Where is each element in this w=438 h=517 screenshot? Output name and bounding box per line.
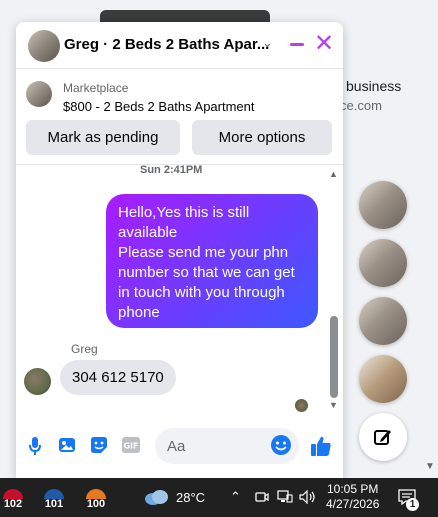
chat-head-avatar-3[interactable] <box>359 297 407 345</box>
background-url-text: ce.com <box>340 98 382 113</box>
listing-title[interactable]: $800 - 2 Beds 2 Baths Apartment <box>63 99 255 114</box>
new-message-button[interactable] <box>359 413 407 461</box>
volume-icon[interactable] <box>299 490 317 504</box>
emoji-icon[interactable] <box>270 434 292 456</box>
chat-scrollbar-thumb[interactable] <box>330 316 338 398</box>
listing-thumbnail[interactable] <box>26 81 52 107</box>
chat-head-avatar-4[interactable] <box>359 355 407 403</box>
taskbar-app-2-label: 101 <box>44 498 64 510</box>
chat-head-avatar-2[interactable] <box>359 239 407 287</box>
message-composer: GIF Aa <box>16 422 343 478</box>
minimize-icon[interactable] <box>290 43 304 46</box>
message-timestamp: Sun 2:41PM <box>140 164 203 176</box>
page-scrollbar[interactable] <box>420 0 438 478</box>
taskbar-app-3[interactable]: 100 <box>83 482 109 512</box>
taskbar-app-2[interactable]: 101 <box>41 482 67 512</box>
close-icon[interactable]: ✕ <box>314 30 334 58</box>
chat-window: Greg · 2 Beds 2 Baths Apar... ⌄ ✕ Market… <box>16 22 343 478</box>
listing-source: Marketplace <box>63 81 129 95</box>
notification-count-badge: 1 <box>406 498 419 511</box>
chat-head-avatar-1[interactable] <box>359 181 407 229</box>
marketplace-listing[interactable]: Marketplace $800 - 2 Beds 2 Baths Apartm… <box>16 69 343 119</box>
incoming-message[interactable]: 304 612 5170 <box>60 360 176 395</box>
sender-name: Greg <box>71 342 98 356</box>
taskbar-clock[interactable]: 10:05 PM 4/27/2026 <box>326 482 379 512</box>
taskbar-app-3-label: 100 <box>86 498 106 510</box>
chevron-down-icon[interactable]: ⌄ <box>262 35 273 51</box>
chat-header[interactable]: Greg · 2 Beds 2 Baths Apar... ⌄ ✕ <box>16 22 343 69</box>
more-options-button[interactable]: More options <box>192 120 332 155</box>
message-input-placeholder: Aa <box>167 438 186 455</box>
outgoing-message[interactable]: Hello,Yes this is still available Please… <box>106 194 318 328</box>
network-icon[interactable] <box>277 490 293 504</box>
weather-cloud-icon[interactable] <box>143 488 171 506</box>
gif-icon[interactable]: GIF <box>122 437 140 453</box>
taskbar-app-1-label: 102 <box>3 498 23 510</box>
weather-temperature[interactable]: 28°C <box>176 490 205 505</box>
chat-scroll-up-arrow[interactable]: ▲ <box>329 169 338 179</box>
compose-icon <box>374 430 391 445</box>
message-input[interactable]: Aa <box>155 428 299 464</box>
taskbar-app-1[interactable]: 102 <box>0 482 26 512</box>
mark-as-pending-button[interactable]: Mark as pending <box>26 120 180 155</box>
svg-text:GIF: GIF <box>123 442 138 451</box>
thumbs-up-icon[interactable] <box>310 435 332 457</box>
photo-icon[interactable] <box>58 436 76 454</box>
sender-avatar[interactable] <box>24 368 51 395</box>
sticker-icon[interactable] <box>90 436 108 454</box>
taskbar: 102 101 100 28°C ⌃ 10:05 PM 4/27/2026 1 <box>0 478 438 517</box>
seen-indicator-avatar <box>295 399 308 412</box>
chevron-up-icon[interactable]: ⌃ <box>230 489 241 505</box>
taskbar-time: 10:05 PM <box>327 482 379 496</box>
page-scroll-down-arrow[interactable]: ▼ <box>425 461 435 472</box>
microphone-icon[interactable] <box>28 436 42 456</box>
camera-icon[interactable] <box>255 490 269 504</box>
taskbar-date: 4/27/2026 <box>326 497 380 511</box>
contact-avatar[interactable] <box>28 30 60 62</box>
chat-title[interactable]: Greg · 2 Beds 2 Baths Apar... <box>64 36 269 53</box>
background-business-text: business <box>346 78 402 94</box>
chat-scroll-down-arrow[interactable]: ▼ <box>329 400 338 410</box>
